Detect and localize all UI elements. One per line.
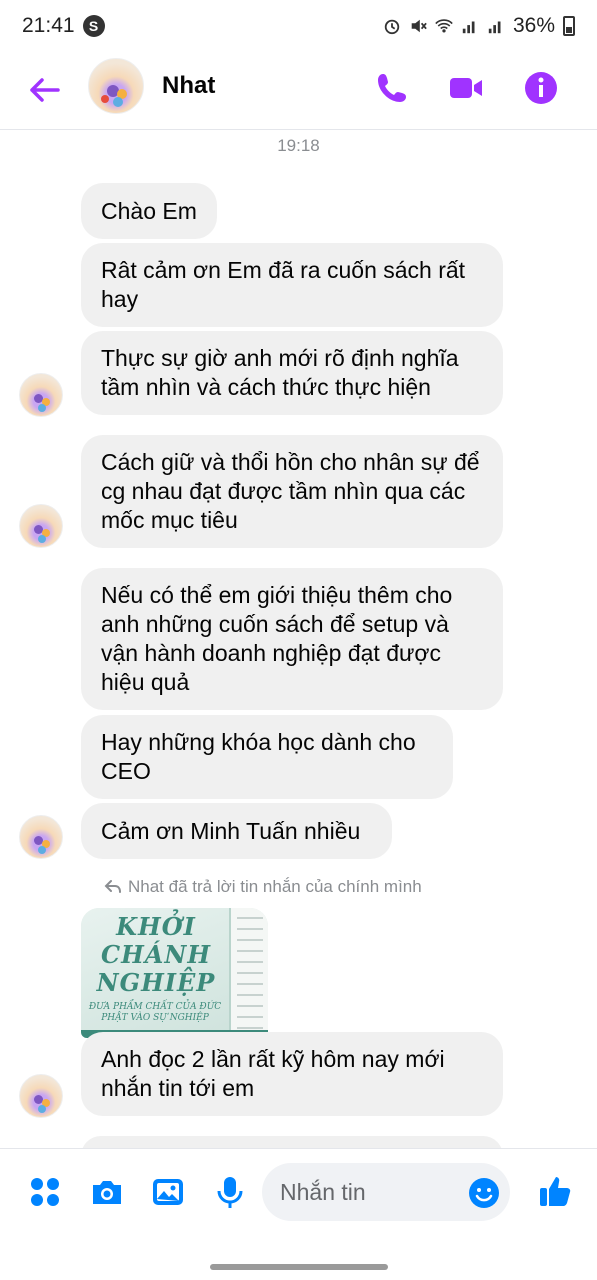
like-thumbs-up-icon[interactable] xyxy=(538,1173,574,1209)
battery-percent: 36% xyxy=(512,14,555,37)
message-bubble[interactable]: Nếu có thể em giới thiệu thêm cho anh nh… xyxy=(81,568,503,710)
message-text: Chào Em xyxy=(101,197,197,224)
camera-icon[interactable] xyxy=(90,1175,124,1209)
status-right: 36% xyxy=(383,14,575,38)
mute-icon xyxy=(411,19,427,33)
message-text: Cảm ơn Minh Tuấn nhiều xyxy=(101,817,361,844)
signal-icon-2 xyxy=(488,21,501,34)
message-bubble[interactable]: Hay những khóa học dành cho CEO xyxy=(81,715,453,799)
app-notification-icon: S xyxy=(82,15,105,37)
sender-avatar[interactable] xyxy=(19,1074,63,1118)
contact-avatar[interactable] xyxy=(88,58,144,114)
emoji-icon[interactable] xyxy=(468,1177,500,1209)
message-bubble[interactable]: Rât cảm ơn Em đã ra cuốn sách rất hay xyxy=(81,243,503,327)
book-title-line1: KHỞI xyxy=(116,912,196,941)
contact-name[interactable]: Nhat xyxy=(162,72,215,100)
status-left: 21:41 S xyxy=(22,14,105,38)
book-cover-image: KHỞI CHÁNH NGHIỆP ĐƯA PHẨM CHẤT CỦA ĐỨC … xyxy=(81,908,231,1038)
message-text: Rât cảm ơn Em đã ra cuốn sách rất hay xyxy=(101,257,466,312)
sender-avatar[interactable] xyxy=(19,373,63,417)
replied-photo[interactable]: KHỞI CHÁNH NGHIỆP ĐƯA PHẨM CHẤT CỦA ĐỨC … xyxy=(81,908,268,1038)
message-text: Anh đọc 2 lần rất kỹ hôm nay mới nhắn ti… xyxy=(101,1046,445,1101)
microphone-icon[interactable] xyxy=(213,1175,247,1209)
message-bubble[interactable]: Cảm ơn Minh Tuấn nhiều xyxy=(81,803,392,859)
home-indicator xyxy=(210,1264,388,1270)
reply-note-text: Nhat đã trả lời tin nhắn của chính mình xyxy=(128,877,422,896)
reply-arrow-icon xyxy=(104,880,121,893)
book-subtitle: ĐƯA PHẨM CHẤT CỦA ĐỨC PHẬT VÀO SỰ NGHIỆP xyxy=(88,1002,222,1023)
message-text: Hay những khóa học dành cho CEO xyxy=(101,729,416,784)
wifi-icon xyxy=(435,19,453,33)
phone-call-icon[interactable] xyxy=(374,70,410,106)
message-text: Nếu có thể em giới thiệu thêm cho anh nh… xyxy=(101,582,453,695)
book-page xyxy=(229,908,268,1038)
alarm-icon xyxy=(384,19,400,35)
message-bubble[interactable]: Anh đọc 2 lần rất kỹ hôm nay mới nhắn ti… xyxy=(81,1032,503,1116)
info-icon[interactable] xyxy=(523,70,559,106)
battery-icon xyxy=(563,16,575,36)
status-time: 21:41 xyxy=(22,14,75,37)
chat-header: Nhat xyxy=(0,52,597,130)
message-bubble[interactable]: Chào Em xyxy=(81,183,217,239)
reply-indicator[interactable]: Nhat đã trả lời tin nhắn của chính mình xyxy=(104,877,422,897)
sender-avatar[interactable] xyxy=(19,815,63,859)
gallery-icon[interactable] xyxy=(151,1175,185,1209)
more-actions-icon[interactable] xyxy=(28,1175,62,1209)
message-bubble[interactable]: Thực sự giờ anh mới rõ định nghĩa tầm nh… xyxy=(81,331,503,415)
message-text: Cách giữ và thổi hồn cho nhân sự để cg n… xyxy=(101,449,480,533)
video-call-icon[interactable] xyxy=(448,70,484,106)
message-timestamp: 19:18 xyxy=(277,136,320,155)
message-composer xyxy=(0,1148,597,1234)
back-arrow-icon[interactable] xyxy=(26,72,62,108)
message-text: Thực sự giờ anh mới rõ định nghĩa tầm nh… xyxy=(101,345,459,400)
status-bar: 21:41 S 36% xyxy=(0,0,597,52)
signal-icon xyxy=(462,21,475,34)
book-title-line2: CHÁNH xyxy=(100,940,211,969)
message-bubble[interactable]: Cách giữ và thổi hồn cho nhân sự để cg n… xyxy=(81,435,503,548)
book-title-line3: NGHIỆP xyxy=(96,968,216,997)
sender-avatar[interactable] xyxy=(19,504,63,548)
